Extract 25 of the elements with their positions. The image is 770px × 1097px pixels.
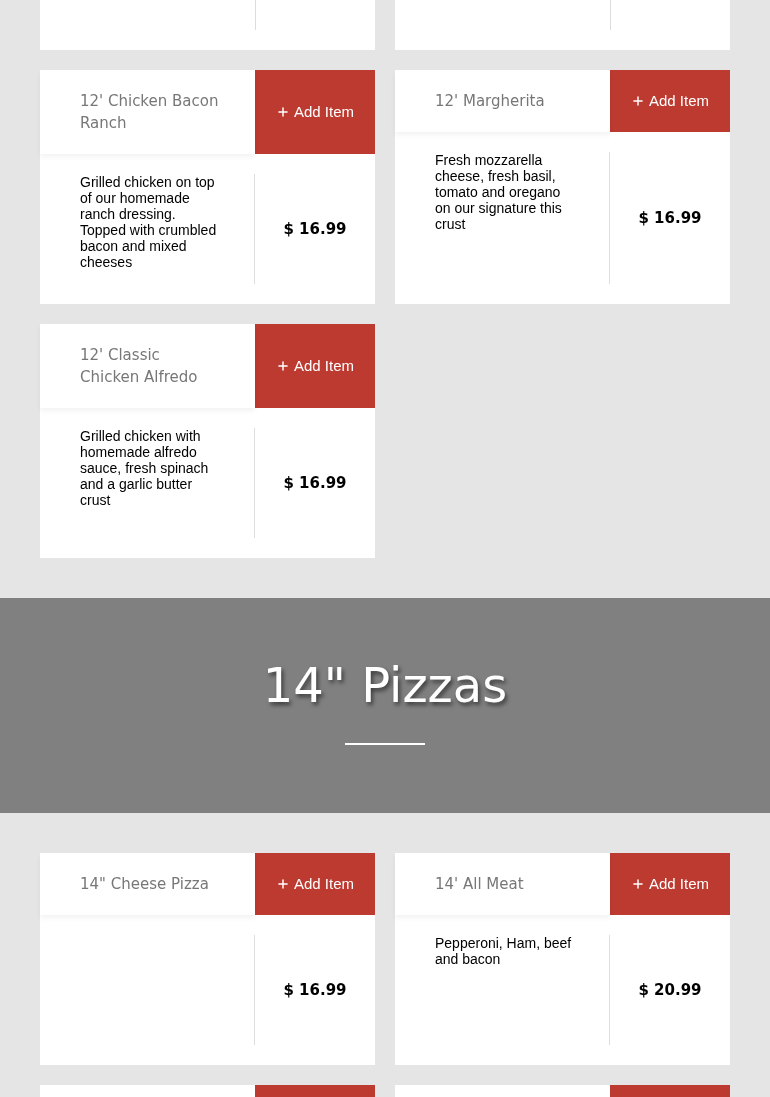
item-price: $ 20.99 bbox=[638, 979, 702, 1001]
plus-icon bbox=[276, 359, 290, 373]
add-item-button[interactable]: Add Item bbox=[255, 324, 375, 408]
item-description: Grilled chicken on top of our homemade ranch dressing. Topped with crumbled bacon and mixed cheeses bbox=[80, 174, 218, 270]
item-name: 12' Margherita bbox=[435, 91, 545, 112]
item-price: $ 16.99 bbox=[283, 472, 347, 494]
item-price: $ 16.99 bbox=[283, 218, 347, 240]
item-price: $ 16.99 bbox=[283, 979, 347, 1001]
add-item-button[interactable]: Add Item bbox=[610, 853, 730, 915]
item-name: 14" Cheese Pizza bbox=[80, 874, 209, 895]
item-price: $ 16.99 bbox=[638, 207, 702, 229]
item-description: Grilled chicken with homemade alfredo sauce, fresh spinach and a garlic butter crust bbox=[80, 428, 210, 508]
plus-icon bbox=[631, 877, 645, 891]
plus-icon bbox=[276, 877, 290, 891]
add-item-button[interactable]: Add Item bbox=[255, 70, 375, 154]
item-description: Fresh mozzarella cheese, fresh basil, tomato and oregano on our signature this crust bbox=[435, 152, 563, 232]
item-name: 12' Classic Chicken Alfredo bbox=[80, 345, 199, 388]
item-description: Pepperoni, Ham, beef and bacon bbox=[435, 935, 573, 967]
plus-icon bbox=[276, 105, 290, 119]
section-heading: 14" Pizzas bbox=[262, 660, 508, 709]
add-item-button[interactable]: Add Item bbox=[255, 853, 375, 915]
add-item-button[interactable]: Add Item bbox=[610, 70, 730, 132]
plus-icon bbox=[631, 94, 645, 108]
item-name: 14' All Meat bbox=[435, 874, 524, 895]
item-name: 12' Chicken Bacon Ranch bbox=[80, 91, 220, 134]
